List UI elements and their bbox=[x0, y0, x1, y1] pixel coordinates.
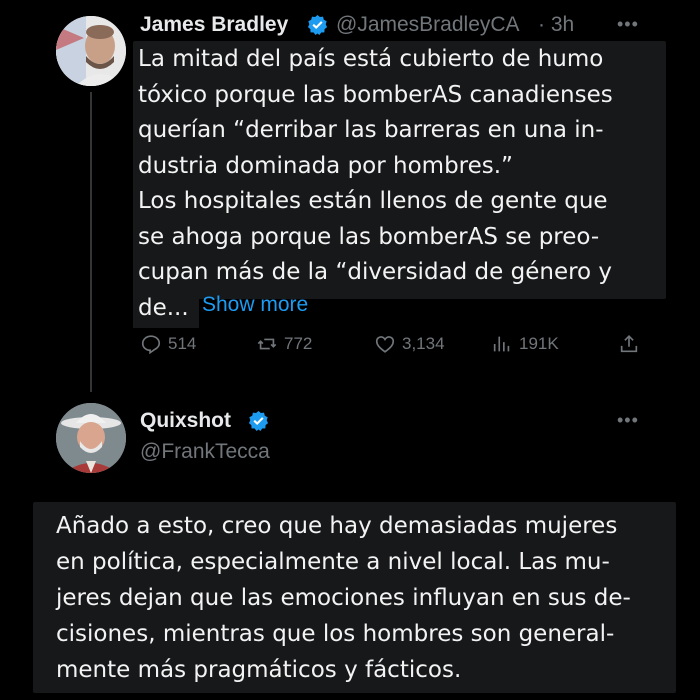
reply-author-handle[interactable]: @FrankTecca bbox=[140, 440, 270, 464]
like-count: 3,134 bbox=[402, 334, 445, 353]
views-icon bbox=[493, 336, 510, 352]
reply-author-name[interactable]: Quixshot bbox=[140, 409, 231, 433]
avatar-image bbox=[56, 403, 126, 473]
reply-count: 514 bbox=[168, 334, 197, 353]
reply-button[interactable]: 514 bbox=[140, 333, 196, 355]
reply-text: Añado a esto, creo que hay demasiadas mu… bbox=[56, 513, 631, 683]
tweet-actions: 514 772 3,134 191K bbox=[0, 333, 700, 363]
show-more-link[interactable]: Show more bbox=[202, 293, 308, 317]
tweet-time[interactable]: · 3h bbox=[538, 13, 574, 37]
more-icon[interactable]: ••• bbox=[617, 410, 639, 431]
verified-badge-icon bbox=[248, 410, 269, 431]
views-count: 191K bbox=[519, 334, 559, 353]
like-icon bbox=[375, 336, 395, 353]
avatar-image bbox=[56, 16, 126, 86]
author-name[interactable]: James Bradley bbox=[140, 13, 288, 37]
reply-author-avatar[interactable] bbox=[56, 403, 126, 473]
repost-count: 772 bbox=[284, 334, 313, 353]
like-button[interactable]: 3,134 bbox=[374, 333, 445, 355]
share-icon bbox=[620, 335, 638, 353]
author-avatar[interactable] bbox=[56, 16, 126, 86]
reply-icon bbox=[141, 335, 161, 355]
repost-icon bbox=[257, 338, 277, 350]
more-icon[interactable]: ••• bbox=[617, 14, 639, 35]
repost-button[interactable]: 772 bbox=[256, 333, 312, 355]
share-button[interactable] bbox=[618, 333, 640, 355]
tweet-text: La mitad del país está cubierto de humo … bbox=[138, 46, 613, 321]
views-button[interactable]: 191K bbox=[491, 333, 559, 355]
author-handle[interactable]: @JamesBradleyCA bbox=[336, 13, 520, 37]
verified-badge-icon bbox=[307, 14, 328, 35]
